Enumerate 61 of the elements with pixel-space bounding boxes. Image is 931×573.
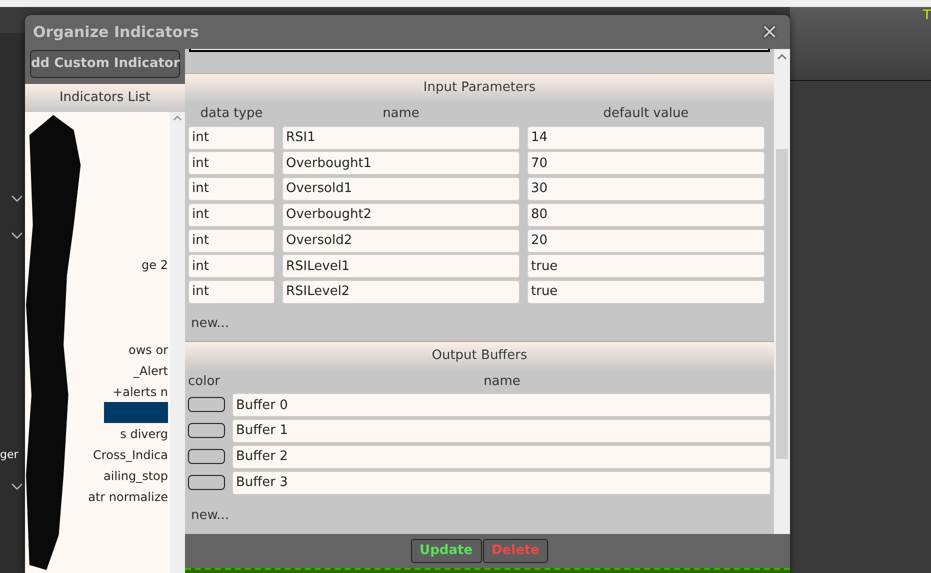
scrollbar-thumb[interactable]: [776, 149, 788, 459]
scrollbar[interactable]: [774, 49, 790, 534]
input-field[interactable]: int: [188, 202, 275, 227]
input-field[interactable]: 14: [527, 126, 765, 150]
chevron-down-icon[interactable]: [11, 232, 23, 239]
dialog-title: Organize Indicators: [33, 22, 199, 43]
input-field[interactable]: Buffer 3: [232, 470, 771, 495]
input-field[interactable]: Buffer 0: [232, 393, 771, 418]
input-field[interactable]: RSILevel1: [282, 254, 520, 278]
list-header: Indicators List: [25, 84, 185, 112]
color-swatch[interactable]: [188, 448, 225, 464]
column-header: data type: [199, 104, 264, 123]
input-field[interactable]: Buffer 1: [232, 419, 771, 444]
add-indicator-button[interactable]: dd Custom Indicator: [30, 50, 180, 78]
input-field[interactable]: true: [527, 280, 765, 304]
input-field[interactable]: int: [188, 280, 275, 304]
section-header: Input Parameters: [185, 74, 774, 102]
input-field[interactable]: Overbought1: [282, 151, 520, 176]
input-field[interactable]: Overbought2: [282, 202, 520, 227]
input-field[interactable]: 70: [527, 151, 765, 176]
list-item[interactable]: Cross_Indica: [93, 444, 168, 465]
scroll-up-icon: [777, 54, 787, 60]
column-header: name: [482, 372, 522, 391]
list-item[interactable]: s diverg: [120, 423, 168, 444]
chevron-down-icon[interactable]: [11, 483, 23, 490]
input-field[interactable]: 20: [527, 228, 765, 253]
column-header: default value: [602, 104, 690, 123]
input-field[interactable]: Buffer 2: [232, 444, 771, 469]
side-label: ger: [0, 447, 18, 463]
input-field[interactable]: int: [188, 151, 275, 176]
column-header: color: [188, 372, 222, 391]
list-item[interactable]: _Alert: [133, 360, 168, 381]
list-item[interactable]: ailing_stop: [104, 465, 168, 486]
input-field[interactable]: Oversold2: [282, 228, 520, 253]
color-swatch[interactable]: [188, 474, 225, 490]
list-item[interactable]: ge 2: [142, 254, 168, 275]
list-item[interactable]: +alerts n: [112, 381, 168, 402]
close-button[interactable]: ✕: [761, 22, 778, 42]
color-swatch[interactable]: [188, 397, 225, 412]
input-field[interactable]: RSI1: [282, 126, 520, 150]
list-item[interactable]: ows or: [128, 339, 168, 360]
input-field[interactable]: true: [527, 254, 765, 278]
new-link[interactable]: new...: [191, 506, 230, 525]
corner-letter: T: [923, 7, 931, 25]
input-field[interactable]: int: [188, 254, 275, 278]
input-field[interactable]: int: [188, 177, 275, 202]
input-field[interactable]: 80: [527, 202, 765, 227]
scrollbar[interactable]: [170, 112, 185, 573]
column-header: name: [382, 104, 420, 123]
input-field[interactable]: Oversold1: [282, 177, 520, 202]
scroll-up-icon: [173, 115, 182, 121]
chevron-down-icon[interactable]: [11, 195, 23, 202]
section-header: Output Buffers: [185, 342, 774, 370]
update-button[interactable]: Update: [410, 539, 482, 563]
list-item[interactable]: atr normalize: [88, 486, 168, 507]
input-field[interactable]: RSILevel2: [282, 280, 520, 304]
color-swatch[interactable]: [188, 423, 225, 438]
input-field[interactable]: int: [188, 126, 275, 150]
input-field[interactable]: int: [188, 228, 275, 253]
new-link[interactable]: new...: [191, 314, 230, 333]
input-field[interactable]: 30: [527, 177, 765, 202]
